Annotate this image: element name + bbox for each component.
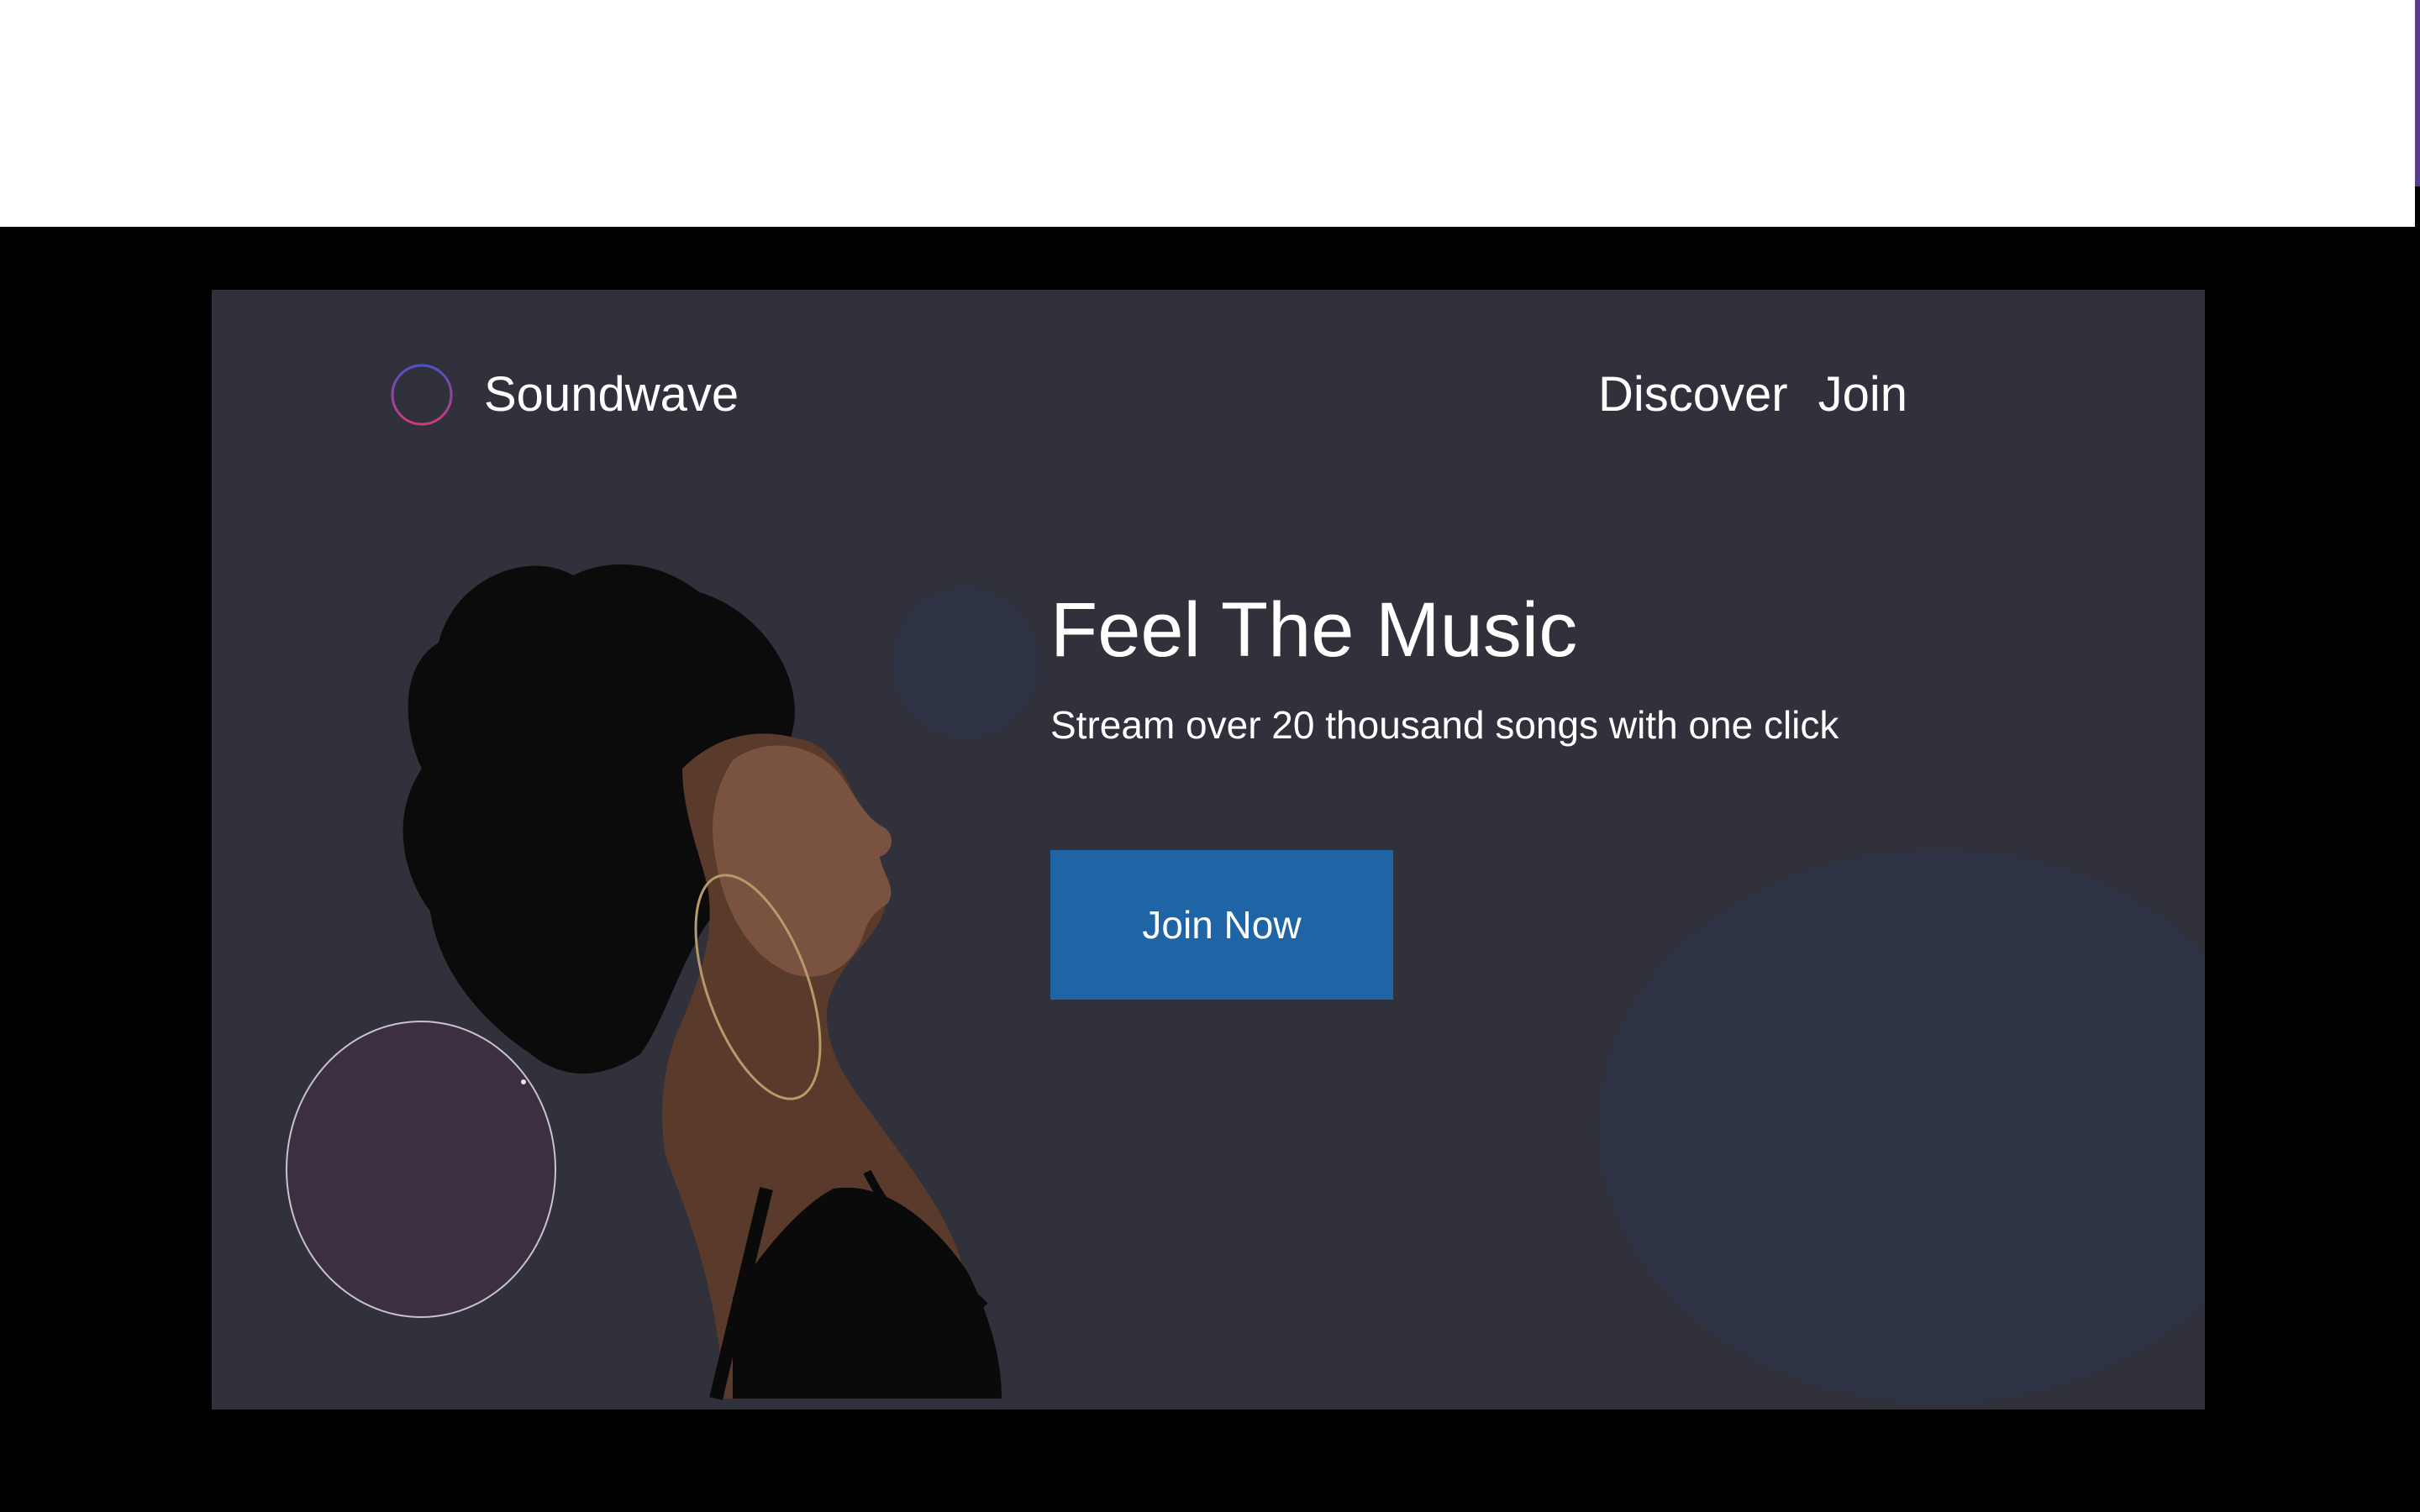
hero-headline: Feel The Music: [1050, 587, 1578, 673]
nav-item-discover[interactable]: Discover: [1598, 361, 1788, 428]
top-edge-accent: [2415, 0, 2420, 186]
nav-item-join[interactable]: Join: [1818, 361, 1907, 428]
hero-subheadline: Stream over 20 thousand songs with one c…: [1050, 703, 1839, 747]
soundwave-logo-icon[interactable]: [390, 363, 454, 427]
decor-blob-right: [1598, 849, 2205, 1404]
main-nav: Discover Join: [1598, 361, 1907, 428]
hero-card: Soundwave Discover Join Feel The Music S…: [212, 290, 2205, 1410]
brand-name[interactable]: Soundwave: [484, 361, 739, 428]
hero-person-image: [402, 564, 1002, 1400]
join-now-button[interactable]: Join Now: [1050, 850, 1393, 1000]
top-white-bar: [0, 0, 2415, 227]
